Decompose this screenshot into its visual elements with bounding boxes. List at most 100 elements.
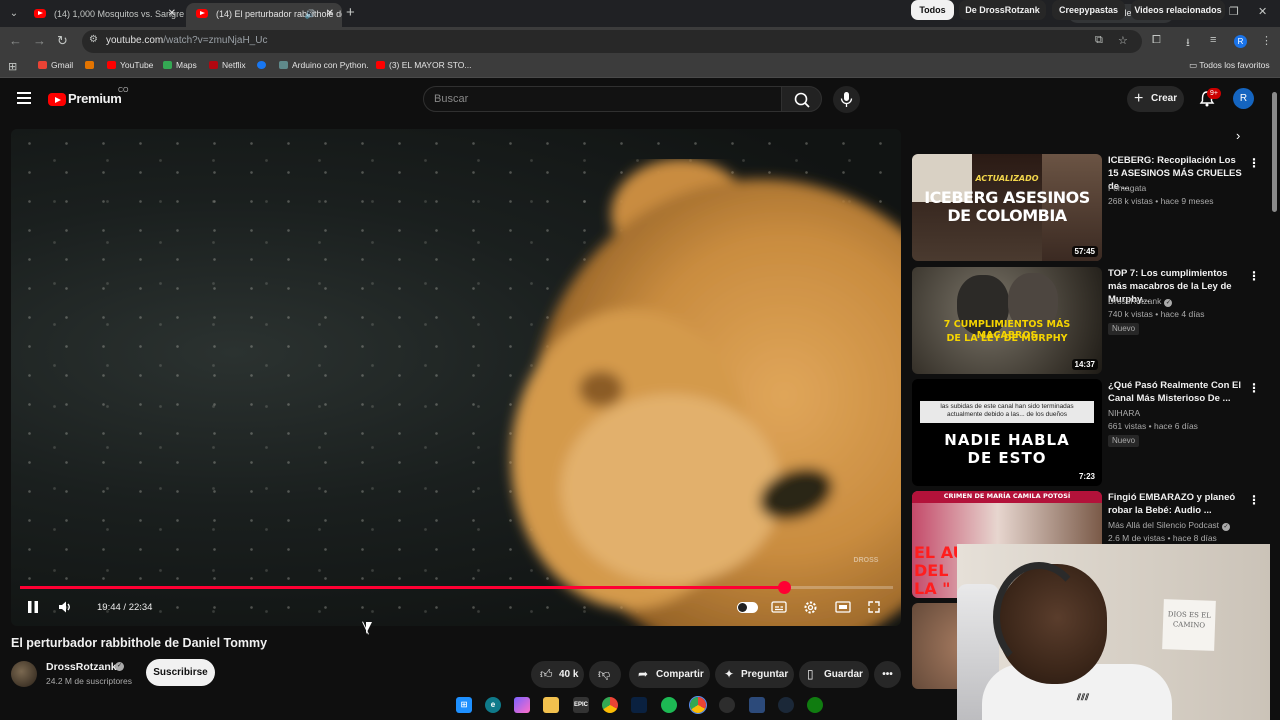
chip-creepypastas[interactable]: Creepypastas (1052, 0, 1125, 20)
netflix-icon (209, 61, 218, 69)
more-vertical-icon[interactable]: ⋮ (1248, 269, 1260, 283)
epic-games-icon[interactable]: EPIC (573, 697, 589, 713)
all-favorites[interactable]: ▭ Todos los favoritos (1189, 60, 1270, 71)
subtitles-icon (771, 601, 787, 613)
scrollbar-thumb[interactable] (1272, 92, 1277, 212)
file-explorer-icon[interactable] (543, 697, 559, 713)
recommendation-card[interactable]: ACTUALIZADO ICEBERG ASESINOS DE COLOMBIA… (912, 154, 1262, 262)
close-tab-icon[interactable]: ✕ (326, 3, 334, 25)
extensions-icon[interactable]: ⧠ (1152, 34, 1161, 47)
recommendation-title[interactable]: ¿Qué Pasó Realmente Con El Canal Más Mis… (1108, 379, 1243, 405)
edge-icon[interactable]: e (485, 697, 501, 713)
steam-icon[interactable] (778, 697, 794, 713)
bookmark-star-icon[interactable]: ☆ (1118, 34, 1128, 47)
save-label: Guardar (824, 669, 863, 680)
miniplayer-button[interactable] (835, 600, 851, 619)
video-thumbnail[interactable]: las subidas de este canal han sido termi… (912, 379, 1102, 486)
bookmark-arduino[interactable]: Arduino con Python. (279, 60, 369, 70)
recommendation-title[interactable]: Fingió EMBARAZO y planeó robar la Bebé: … (1108, 491, 1243, 517)
browser-menu-icon[interactable]: ⋮ (1261, 34, 1272, 47)
more-vertical-icon[interactable]: ⋮ (1248, 156, 1260, 170)
more-actions-button[interactable]: ••• (874, 661, 901, 688)
apps-grid-icon[interactable]: ⊞ (8, 60, 17, 73)
new-tab-icon[interactable]: + (346, 4, 355, 21)
headphones-icon (993, 562, 1085, 672)
restore-icon[interactable]: ❐ (1229, 5, 1239, 18)
scrubber-handle[interactable] (777, 581, 791, 594)
video-player[interactable] (11, 129, 901, 626)
chevron-right-icon[interactable]: › (1236, 128, 1240, 143)
close-tab-icon[interactable]: ✕ (168, 3, 176, 25)
settings-button[interactable] (803, 600, 818, 620)
bookmark-maps[interactable]: Maps (163, 60, 197, 70)
save-button[interactable]: ▯ Guardar (799, 661, 869, 688)
ask-button[interactable]: ✦ Preguntar (715, 661, 794, 688)
channel-name[interactable]: DrossRotzank (46, 661, 117, 673)
bookmark-youtube[interactable]: YouTube (107, 60, 153, 70)
progress-bar[interactable] (20, 581, 893, 594)
browser-tab-1[interactable]: (14) 1,000 Mosquitos vs. Sangre ✕ (24, 3, 184, 27)
plus-icon: + (1134, 90, 1144, 107)
browser-profile-avatar[interactable]: R (1234, 35, 1247, 48)
clock-app-icon[interactable] (719, 697, 735, 713)
video-thumbnail[interactable]: ACTUALIZADO ICEBERG ASESINOS DE COLOMBIA… (912, 154, 1102, 261)
voice-search-button[interactable] (833, 86, 860, 113)
channel-watermark: DROSS (853, 557, 879, 564)
bookmark-gmail[interactable]: Gmail (38, 60, 73, 70)
pause-button[interactable] (26, 600, 40, 619)
recommendation-card[interactable]: 7 CUMPLIMIENTOS MÁS MACABROS DE LA LEY D… (912, 267, 1262, 375)
site-info-icon[interactable]: ⚙ (89, 34, 98, 45)
create-button[interactable]: + Crear (1127, 86, 1184, 112)
install-app-icon[interactable]: ⧉ (1095, 34, 1103, 47)
volume-button[interactable] (58, 600, 74, 619)
page-scrollbar[interactable] (1271, 82, 1278, 690)
reload-icon[interactable]: ↻ (57, 33, 68, 49)
hamburger-menu-icon[interactable] (17, 92, 31, 104)
audio-playing-icon[interactable]: 🔊 (305, 3, 316, 25)
more-vertical-icon[interactable]: ⋮ (1248, 493, 1260, 507)
chip-de-drossrotzank[interactable]: De DrossRotzank (959, 0, 1046, 20)
recommendation-channel[interactable]: Más Allá del Silencio Podcast ✓ (1108, 520, 1231, 531)
chip-todos[interactable]: Todos (911, 0, 954, 20)
fullscreen-button[interactable] (867, 600, 881, 619)
autoplay-toggle[interactable] (737, 602, 758, 613)
subscribe-button[interactable]: Suscribirse (146, 659, 215, 686)
subtitles-button[interactable] (771, 600, 787, 619)
chrome-active-icon[interactable] (689, 696, 707, 714)
xbox-icon[interactable] (807, 697, 823, 713)
recommendation-card[interactable]: las subidas de este canal han sido termi… (912, 379, 1262, 487)
address-bar[interactable]: ⚙ youtube.com/watch?v=zmuNjaH_Uc ⧉ ☆ (82, 30, 1142, 53)
mouse-cursor (366, 622, 372, 634)
back-icon[interactable]: ← (9, 33, 22, 48)
account-avatar[interactable]: R (1233, 88, 1254, 109)
dislike-button[interactable]: 👎︎ (589, 661, 621, 688)
chrome-icon[interactable] (602, 697, 618, 713)
reading-list-icon[interactable]: ≡ (1210, 34, 1216, 46)
chip-videos-relacionados[interactable]: Videos relacionados (1131, 0, 1225, 20)
league-icon[interactable] (631, 697, 647, 713)
copilot-icon[interactable] (514, 697, 530, 713)
recommendation-channel[interactable]: NIHARA (1108, 408, 1140, 418)
video-thumbnail[interactable]: 7 CUMPLIMIENTOS MÁS MACABROS DE LA LEY D… (912, 267, 1102, 374)
bookmark-netflix[interactable]: Netflix (209, 60, 246, 70)
more-vertical-icon[interactable]: ⋮ (1248, 381, 1260, 395)
thumb-text: CRIMEN DE MARÍA CAMILA POTOSÍ (943, 492, 1071, 500)
like-button[interactable]: 👍︎ 40 k (531, 661, 584, 688)
sparkle-icon: ✦ (724, 667, 735, 681)
downloads-icon[interactable]: ⭳ (1186, 34, 1190, 53)
app-icon[interactable] (749, 697, 765, 713)
share-button[interactable]: ➦ Compartir (629, 661, 710, 688)
close-window-icon[interactable]: ✕ (1258, 5, 1267, 18)
spotify-icon[interactable] (661, 697, 677, 713)
logo-wordmark: Premium (68, 91, 122, 106)
bookmark-el-mayor[interactable]: (3) EL MAYOR STO... (376, 60, 472, 70)
recommendation-channel[interactable]: DrossRotzank ✓ (1108, 296, 1173, 307)
forward-icon[interactable]: → (33, 33, 46, 48)
channel-avatar[interactable] (11, 661, 37, 687)
search-button[interactable] (781, 86, 822, 112)
recommendation-channel[interactable]: Fomagata (1108, 183, 1146, 193)
tab-search-chevron-icon[interactable]: ⌄ (6, 6, 22, 22)
windows-start-icon[interactable]: ⊞ (456, 697, 472, 713)
browser-tab-2[interactable]: (14) El perturbador rabbithole de Daniel… (186, 3, 342, 27)
search-input[interactable]: Buscar (423, 86, 782, 112)
